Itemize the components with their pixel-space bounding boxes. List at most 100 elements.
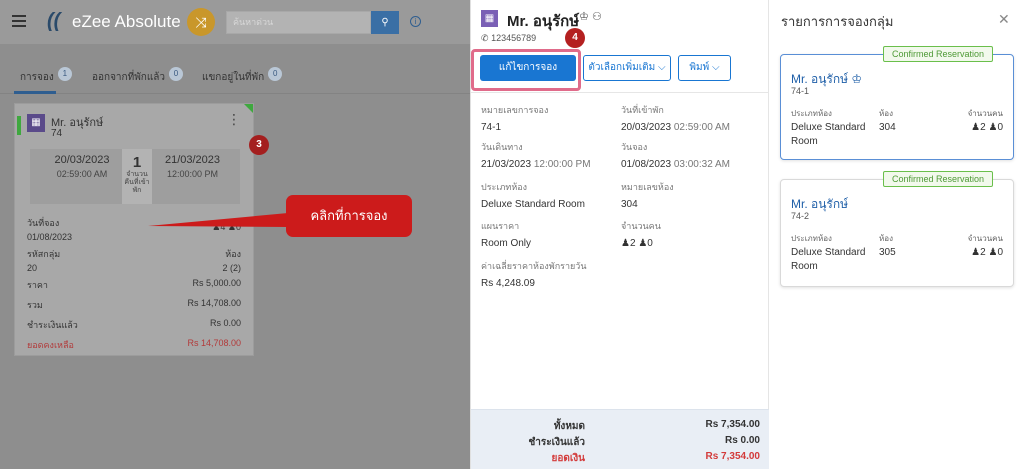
menu-icon[interactable] bbox=[12, 15, 26, 27]
footer-total-row: ทั้งหมด Rs 7,354.00 bbox=[554, 419, 761, 432]
search-input[interactable]: ค้นหาด่วน bbox=[226, 11, 371, 34]
child-icon: ♟ bbox=[638, 238, 648, 249]
phone-icon: ✆ bbox=[481, 33, 489, 43]
tab-label: แขกอยู่ในที่พัก bbox=[202, 72, 265, 83]
checkin: 20/03/2023 02:59:00 AM bbox=[42, 154, 122, 179]
col-room: ห้อง bbox=[879, 234, 893, 243]
vip-icon[interactable]: ♔ bbox=[579, 11, 589, 23]
tab-label: การจอง bbox=[20, 72, 54, 83]
field-value: 21/03/2023 12:00:00 PM bbox=[481, 159, 591, 170]
more-options-label: ตัวเลือกเพิ่มเติม bbox=[588, 62, 656, 73]
print-button[interactable]: พิมพ์ ⌵ bbox=[678, 55, 731, 81]
room-value: 304 bbox=[879, 122, 896, 133]
guest-status-icons: ♔ ⚇ bbox=[579, 10, 602, 23]
info-icon[interactable]: i bbox=[410, 16, 421, 27]
room-type-line: Deluxe Standard bbox=[791, 247, 866, 258]
departure-time: 12:00:00 PM bbox=[533, 159, 591, 170]
adult-count: 2 bbox=[980, 247, 986, 258]
child-count: 0 bbox=[997, 122, 1003, 133]
col-room-type: ประเภทห้อง bbox=[791, 234, 832, 243]
edit-reservation-button[interactable]: แก้ไขการจอง bbox=[480, 55, 576, 81]
tab-label: ออกจากที่พักแล้ว bbox=[92, 72, 166, 83]
checkout-date: 21/03/2023 bbox=[164, 154, 221, 166]
field-label: ประเภทห้อง bbox=[481, 182, 528, 192]
field-value: Rs 4,248.09 bbox=[481, 278, 535, 289]
rooms-block: ห้อง 2 (2) bbox=[222, 247, 241, 273]
more-options-button[interactable]: ตัวเลือกเพิ่มเติม ⌵ bbox=[583, 55, 671, 81]
field-label: วันจอง bbox=[621, 142, 648, 152]
reservation-number: 74 bbox=[51, 128, 63, 139]
shuffle-icon[interactable]: ⤨ bbox=[187, 8, 215, 36]
room-type-value: Deluxe Standard Room bbox=[791, 246, 866, 274]
rate-plan-field: แผนราคา Room Only bbox=[481, 219, 531, 249]
group-reservation-panel: รายการการจองกลุ่ม ✕ Confirmed Reservatio… bbox=[769, 0, 1024, 469]
search-icon: ⚲ bbox=[381, 17, 389, 28]
paid-row: ชำระเงินแล้ว Rs 0.00 bbox=[27, 318, 241, 332]
group-code-label: รหัสกลุ่ม bbox=[27, 249, 61, 259]
field-value: ♟2 ♟0 bbox=[621, 238, 661, 249]
building-icon: ▦ bbox=[481, 10, 498, 27]
departure-field: วันเดินทาง 21/03/2023 12:00:00 PM bbox=[481, 140, 591, 170]
search-button[interactable]: ⚲ bbox=[371, 11, 399, 34]
booking-time: 03:00:32 AM bbox=[673, 159, 730, 170]
group-item-2[interactable]: Confirmed Reservation Mr. อนุรักษ์ 74-2 … bbox=[780, 171, 1014, 287]
arrival-field: วันที่เข้าพัก 20/03/2023 02:59:00 AM bbox=[621, 103, 730, 133]
balance-label: ยอดคงเหลือ bbox=[27, 340, 74, 350]
room-type-field: ประเภทห้อง Deluxe Standard Room bbox=[481, 180, 585, 210]
status-corner bbox=[244, 104, 253, 113]
active-tab-indicator bbox=[14, 91, 56, 94]
departure-date: 21/03/2023 bbox=[481, 159, 532, 170]
adult-count: 2 bbox=[980, 122, 986, 133]
status-bar bbox=[17, 116, 21, 135]
room-type-line: Room bbox=[791, 261, 818, 272]
checkin-date: 20/03/2023 bbox=[54, 154, 110, 166]
adult-icon: ♟ bbox=[621, 238, 630, 249]
reservation-number-field: หมายเลขการจอง 74-1 bbox=[481, 103, 548, 133]
footer-total-value: Rs 7,354.00 bbox=[705, 419, 761, 430]
divider bbox=[471, 92, 770, 93]
arrival-date: 20/03/2023 bbox=[621, 122, 672, 133]
callout-pointer bbox=[148, 213, 288, 227]
vip-icon: ♔ bbox=[851, 72, 863, 86]
group-res-number: 74-2 bbox=[791, 211, 810, 221]
tab-checked-out[interactable]: ออกจากที่พักแล้ว 0 bbox=[92, 67, 184, 85]
group-code: 20 bbox=[27, 263, 38, 273]
close-icon[interactable]: ✕ bbox=[998, 11, 1010, 28]
reservation-detail-panel: ▦ Mr. อนุรักษ์ ♔ ⚇ ✆ 123456789 4 แก้ไขกา… bbox=[470, 0, 770, 469]
pax-value: ♟2 ♟0 bbox=[971, 121, 1003, 135]
tab-in-house[interactable]: แขกอยู่ในที่พัก 0 bbox=[202, 67, 283, 85]
field-value: 304 bbox=[621, 199, 638, 210]
tab-count: 1 bbox=[57, 67, 72, 81]
balance-value: Rs 14,708.00 bbox=[187, 338, 241, 348]
footer-due-label: ยอดเงิน bbox=[551, 453, 586, 464]
field-value: Deluxe Standard Room bbox=[481, 199, 585, 210]
col-pax: จำนวนคน bbox=[967, 109, 1003, 118]
chevron-down-icon: ⌵ bbox=[658, 62, 666, 73]
checkin-time: 02:59:00 AM bbox=[56, 169, 108, 179]
total-row: รวม Rs 14,708.00 bbox=[27, 298, 241, 312]
col-room: ห้อง bbox=[879, 109, 893, 118]
field-label: ค่าเฉลี่ยราคาห้องพักรายวัน bbox=[481, 261, 587, 271]
paid-value: Rs 0.00 bbox=[209, 318, 241, 328]
paid-label: ชำระเงินแล้ว bbox=[27, 320, 78, 330]
step-4-marker: 4 bbox=[565, 28, 585, 48]
reservation-card[interactable]: ▦ Mr. อนุรักษ์ 74 ⋮ 20/03/2023 02:59:00 … bbox=[14, 103, 254, 356]
room-type-value: Deluxe Standard Room bbox=[791, 121, 866, 149]
rooms-label: ห้อง bbox=[225, 249, 241, 259]
total-label: รวม bbox=[27, 300, 43, 310]
rooms-value: 2 (2) bbox=[222, 263, 241, 273]
group-item-1[interactable]: Confirmed Reservation Mr. อนุรักษ์ ♔ 74-… bbox=[780, 46, 1014, 160]
guest-profile-icon[interactable]: ⚇ bbox=[592, 11, 602, 23]
booking-date-field: วันจอง 01/08/2023 03:00:32 AM bbox=[621, 140, 730, 170]
balance-row: ยอดคงเหลือ Rs 14,708.00 bbox=[27, 338, 241, 352]
app-logo: eZee Absolute bbox=[72, 12, 181, 31]
room-type-line: Deluxe Standard bbox=[791, 122, 866, 133]
booking-date: 01/08/2023 bbox=[27, 232, 73, 242]
more-vertical-icon[interactable]: ⋮ bbox=[227, 112, 241, 126]
phone-number: 123456789 bbox=[491, 33, 537, 43]
logo-icon: (( bbox=[47, 10, 61, 32]
tab-reservations[interactable]: การจอง 1 bbox=[20, 67, 72, 85]
stay-dates: 20/03/2023 02:59:00 AM 1 จำนวนคืนที่เข้า… bbox=[30, 149, 240, 204]
field-label: จำนวนคน bbox=[621, 221, 661, 231]
group-row: รหัสกลุ่ม 20 ห้อง 2 (2) bbox=[27, 247, 241, 273]
